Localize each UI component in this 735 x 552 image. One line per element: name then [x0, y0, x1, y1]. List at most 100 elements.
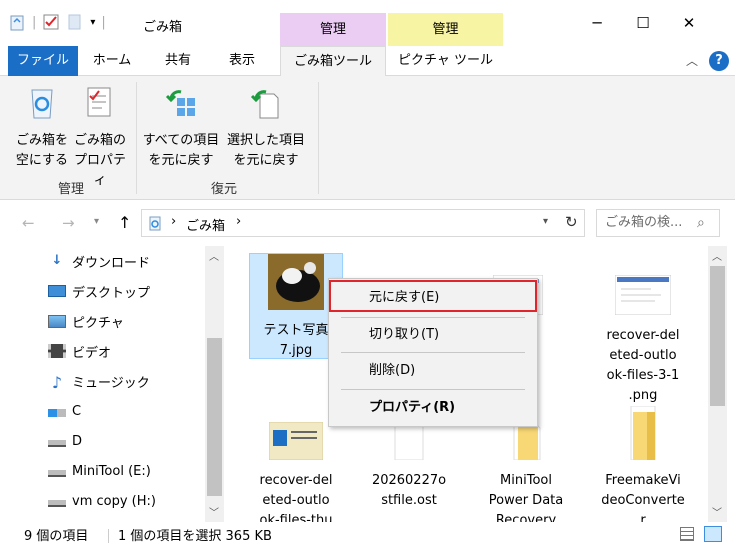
- recycle-bin-icon: [31, 89, 53, 119]
- help-icon[interactable]: ?: [709, 51, 729, 71]
- nav-item-drive-e[interactable]: MiniTool (E:): [48, 459, 151, 483]
- breadcrumb[interactable]: ごみ箱: [186, 215, 225, 234]
- image-thumbnail-icon: [268, 421, 324, 461]
- restore-all-icon: [165, 90, 195, 116]
- address-dropdown-icon[interactable]: ▾: [543, 216, 548, 227]
- navigation-pane: ↓ ダウンロード デスクトップ ピクチャ ビデオ ♪ ミュージック C D Mi…: [0, 246, 226, 522]
- drive-icon: [48, 440, 66, 447]
- collapse-ribbon-icon[interactable]: ︿: [686, 52, 698, 69]
- large-icons-view-icon[interactable]: [704, 526, 722, 542]
- nav-scrollbar[interactable]: ︿ ﹀: [205, 246, 224, 522]
- windows-drive-icon: [48, 409, 66, 417]
- tab-file[interactable]: ファイル: [8, 46, 78, 76]
- nav-item-videos[interactable]: ビデオ: [48, 339, 111, 363]
- divider: [341, 389, 525, 390]
- scroll-thumb[interactable]: [207, 338, 222, 496]
- close-button[interactable]: ✕: [666, 0, 712, 46]
- up-arrow-icon[interactable]: ↑: [118, 213, 131, 232]
- scroll-down-icon[interactable]: ﹀: [712, 504, 722, 519]
- minimize-button[interactable]: ─: [574, 0, 620, 46]
- file-item[interactable]: recover-del eted-outlo ok-files-thu: [249, 421, 343, 522]
- window-title: ごみ箱: [143, 20, 183, 35]
- content-scrollbar[interactable]: ︿ ﹀: [708, 246, 727, 522]
- divider: [136, 82, 137, 194]
- qat-dropdown-icon[interactable]: ▾: [90, 17, 95, 28]
- nav-item-drive-h[interactable]: vm copy (H:): [48, 489, 156, 513]
- folder-icon: [513, 421, 541, 461]
- scroll-up-icon[interactable]: ︿: [209, 248, 219, 263]
- nav-item-pictures[interactable]: ピクチャ: [48, 309, 124, 333]
- properties-icon: [87, 87, 111, 117]
- group-label-manage: 管理: [58, 182, 85, 197]
- forward-arrow-icon[interactable]: →: [62, 214, 75, 232]
- nav-item-desktop[interactable]: デスクトップ: [48, 279, 150, 303]
- search-icon[interactable]: ⌕: [697, 210, 705, 236]
- file-item[interactable]: recover-del eted-outlo ok-files-3-1 .png: [596, 274, 690, 406]
- selection-info: 1 個の項目を選択 365 KB: [118, 529, 272, 544]
- new-folder-icon[interactable]: [66, 13, 84, 31]
- drive-icon: [48, 500, 66, 507]
- music-icon: ♪: [51, 373, 63, 392]
- group-label-restore: 復元: [211, 182, 238, 197]
- divider: [108, 529, 109, 543]
- divider: [341, 352, 525, 353]
- maximize-button[interactable]: ☐: [620, 0, 666, 46]
- recycle-bin-small-icon: [149, 216, 161, 231]
- breadcrumb-separator-icon[interactable]: ›: [171, 214, 176, 229]
- details-view-icon[interactable]: [680, 527, 694, 541]
- status-bar: 9 個の項目 1 個の項目を選択 365 KB: [0, 522, 735, 552]
- tab-recycle-tools[interactable]: ごみ箱ツール: [280, 46, 386, 77]
- pictures-icon: [48, 314, 66, 328]
- folder-icon: [630, 405, 656, 461]
- restore-selected-icon: [250, 90, 279, 119]
- file-item[interactable]: MiniTool Power Data Recovery: [479, 421, 573, 522]
- restore-selected-button[interactable]: 選択した項目 を元に戻す: [224, 84, 308, 171]
- divider: |: [32, 14, 37, 30]
- nav-item-drive-c[interactable]: C: [48, 399, 81, 423]
- tab-picture-tools[interactable]: ピクチャ ツール: [388, 46, 503, 76]
- divider: [341, 317, 525, 318]
- recycle-bin-properties-button[interactable]: ごみ箱の プロパティ: [70, 84, 130, 191]
- tab-view[interactable]: 表示: [216, 46, 268, 76]
- recent-locations-icon[interactable]: ▾: [94, 216, 99, 227]
- context-menu: 元に戻す(E) 切り取り(T) 削除(D) プロパティ(R): [328, 278, 538, 427]
- search-placeholder: ごみ箱の検...: [605, 215, 683, 230]
- menu-item-properties[interactable]: プロパティ(R): [369, 395, 455, 421]
- breadcrumb-chevron-icon[interactable]: ›: [236, 214, 241, 229]
- refresh-icon[interactable]: ↻: [565, 213, 578, 231]
- photo-thumbnail-icon: [268, 254, 324, 310]
- scroll-thumb[interactable]: [710, 266, 725, 406]
- picture-tools-header: 管理: [388, 13, 503, 46]
- ribbon: ごみ箱を 空にする ごみ箱の プロパティ すべての項目 を元に戻す 選択した項目…: [0, 76, 735, 200]
- menu-item-cut[interactable]: 切り取り(T): [369, 322, 439, 348]
- nav-item-downloads[interactable]: ↓ ダウンロード: [48, 249, 150, 273]
- image-thumbnail-icon: [614, 274, 672, 316]
- tab-home[interactable]: ホーム: [86, 46, 138, 76]
- restore-all-button[interactable]: すべての項目 を元に戻す: [140, 84, 222, 171]
- empty-recycle-bin-button[interactable]: ごみ箱を 空にする: [12, 84, 72, 171]
- search-input[interactable]: ごみ箱の検... ⌕: [596, 209, 720, 237]
- recycle-bin-small-icon[interactable]: [8, 13, 26, 31]
- file-item[interactable]: 20260227o stfile.ost: [362, 421, 456, 511]
- nav-item-music[interactable]: ♪ ミュージック: [48, 369, 150, 393]
- address-bar[interactable]: › ごみ箱 › ▾ ↻: [141, 209, 585, 237]
- quick-access-toolbar: | ▾ |: [8, 8, 106, 36]
- item-count: 9 個の項目: [24, 529, 89, 544]
- file-item[interactable]: FreemakeVi deoConverte r: [596, 405, 690, 522]
- tab-share[interactable]: 共有: [152, 46, 204, 76]
- scroll-down-icon[interactable]: ﹀: [209, 504, 219, 519]
- nav-item-drive-d[interactable]: D: [48, 429, 82, 453]
- recycle-tools-header: 管理: [280, 13, 386, 46]
- back-arrow-icon[interactable]: ←: [22, 214, 35, 232]
- desktop-icon: [48, 285, 66, 297]
- title-bar: | ▾ | ごみ箱 管理 管理 ─ ☐ ✕: [0, 0, 735, 46]
- divider: |: [101, 14, 106, 30]
- scroll-up-icon[interactable]: ︿: [712, 248, 722, 263]
- blank-file-icon: [394, 421, 424, 461]
- menu-item-restore[interactable]: 元に戻す(E): [369, 285, 439, 311]
- ribbon-tabs: ファイル ホーム 共有 表示 ごみ箱ツール ピクチャ ツール ︿ ?: [0, 46, 735, 77]
- download-icon: ↓: [51, 253, 63, 268]
- properties-check-icon[interactable]: [42, 13, 60, 31]
- menu-item-delete[interactable]: 削除(D): [369, 358, 415, 384]
- videos-icon: [48, 344, 66, 358]
